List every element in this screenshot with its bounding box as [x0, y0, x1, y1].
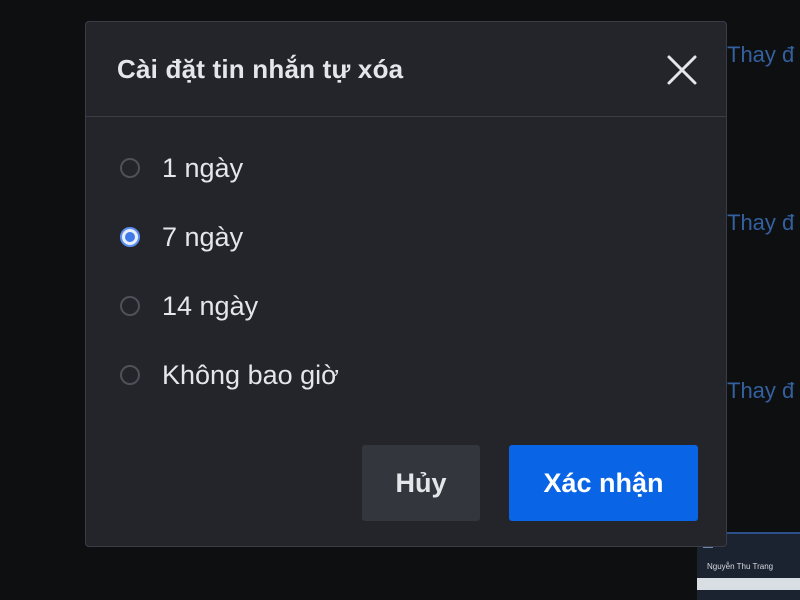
background-link: Thay đ [727, 210, 795, 235]
close-icon [665, 53, 699, 87]
option-never[interactable]: Không bao giờ [120, 355, 339, 395]
option-label: 14 ngày [162, 290, 259, 321]
dialog-header: Cài đặt tin nhắn tự xóa [86, 22, 726, 117]
cancel-button[interactable]: Hủy [362, 445, 480, 521]
option-14-days[interactable]: 14 ngày [120, 286, 258, 326]
radio-button[interactable] [120, 365, 140, 385]
option-label: 1 ngày [162, 152, 244, 183]
thumbnail-text: Nguyễn Thu Trang [707, 562, 774, 571]
radio-button[interactable] [120, 296, 140, 316]
option-label: 7 ngày [162, 221, 244, 252]
close-button[interactable] [665, 53, 699, 87]
radio-button-selected[interactable] [120, 227, 140, 247]
auto-delete-dialog: Cài đặt tin nhắn tự xóa 1 ngày 7 ngày 14… [85, 21, 727, 547]
option-label: Không bao giờ [162, 359, 339, 390]
thumbnail-strip [697, 578, 800, 590]
screen: Thay đ Thay đ Thay đ Nguyễn Thu Trang Cà… [0, 0, 800, 600]
background-link: Thay đ [727, 42, 795, 67]
option-7-days[interactable]: 7 ngày [120, 217, 243, 257]
confirm-button[interactable]: Xác nhận [509, 445, 698, 521]
radio-button[interactable] [120, 158, 140, 178]
background-link: Thay đ [727, 378, 795, 403]
option-1-day[interactable]: 1 ngày [120, 148, 243, 188]
dialog-title: Cài đặt tin nhắn tự xóa [117, 54, 404, 84]
